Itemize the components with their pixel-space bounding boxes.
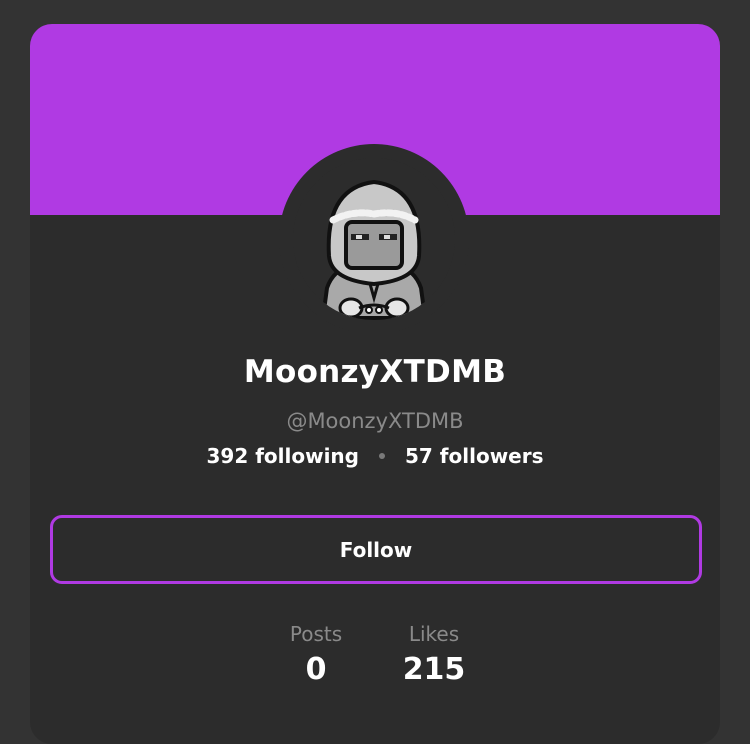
avatar[interactable] — [293, 158, 455, 320]
followers-count[interactable]: 57 followers — [405, 444, 544, 468]
profile-stats: Posts 0 Likes 215 — [30, 622, 720, 687]
profile-card: MoonzyXTDMB @MoonzyXTDMB 392 following 5… — [30, 24, 720, 744]
user-handle: @MoonzyXTDMB — [286, 409, 464, 433]
following-count[interactable]: 392 following — [207, 444, 360, 468]
posts-stat[interactable]: Posts 0 — [286, 622, 346, 687]
follow-counts: 392 following 57 followers — [30, 444, 720, 468]
follow-button[interactable]: Follow — [50, 515, 702, 584]
posts-label: Posts — [289, 622, 343, 646]
avatar-image — [293, 158, 455, 320]
display-name: MoonzyXTDMB — [243, 354, 507, 390]
likes-stat[interactable]: Likes 215 — [402, 622, 466, 687]
likes-value: 215 — [402, 652, 466, 687]
likes-label: Likes — [408, 622, 460, 646]
separator-dot-icon — [379, 453, 385, 459]
posts-value: 0 — [305, 652, 327, 687]
